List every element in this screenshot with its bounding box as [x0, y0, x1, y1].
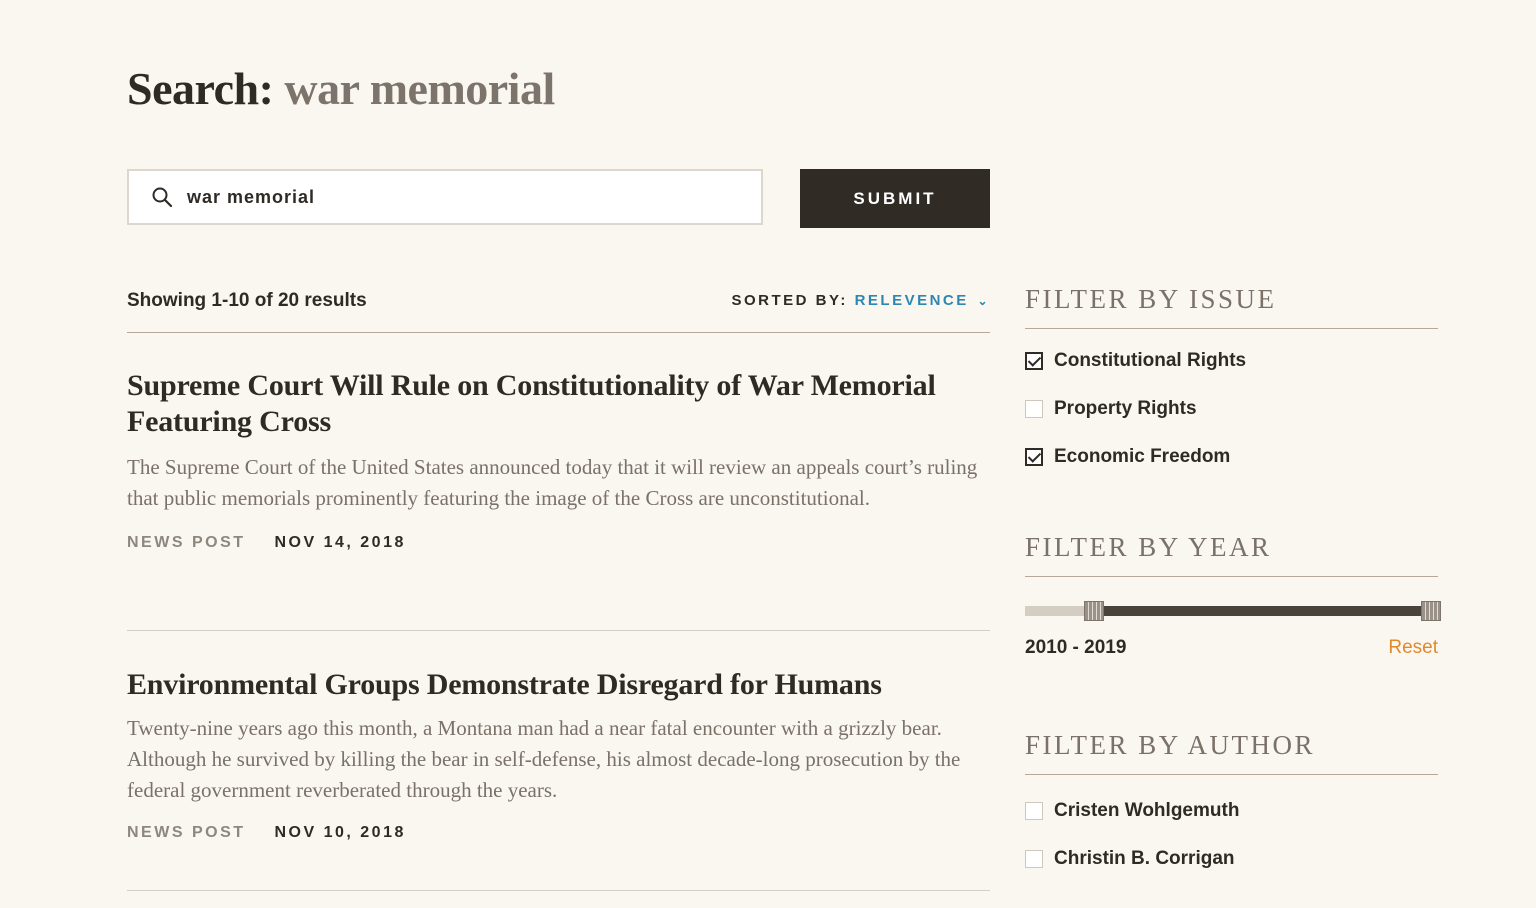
sort-dropdown[interactable]: RELEVENCE [855, 292, 969, 309]
result-date: NOV 14, 2018 [274, 534, 406, 551]
filter-year-heading: FILTER BY YEAR [1025, 532, 1438, 577]
filter-year: FILTER BY YEAR 2010 - 2019 Reset [1025, 532, 1441, 667]
slider-handle-end[interactable] [1421, 601, 1441, 621]
checkbox[interactable] [1025, 448, 1043, 466]
result-excerpt: The Supreme Court of the United States a… [127, 455, 978, 510]
result-date: NOV 10, 2018 [274, 824, 406, 841]
filter-option-label: Cristen Wohlgemuth [1054, 800, 1240, 821]
filter-author: FILTER BY AUTHOR Cristen Wohlgemuth Chri… [1025, 730, 1438, 883]
filter-author-heading: FILTER BY AUTHOR [1025, 730, 1438, 775]
title-prefix: Search: [127, 63, 274, 114]
search-input[interactable] [185, 185, 709, 209]
checkbox[interactable] [1025, 802, 1043, 820]
result-meta: NEWS POST NOV 10, 2018 [127, 824, 990, 842]
filter-option-label: Christin B. Corrigan [1054, 848, 1235, 869]
chevron-down-icon[interactable]: ⌄ [977, 294, 990, 308]
search-box[interactable] [127, 169, 763, 225]
filter-option-cristen-wohlgemuth[interactable]: Cristen Wohlgemuth [1025, 787, 1438, 835]
results-meta: Showing 1-10 of 20 results SORTED BY: RE… [127, 290, 990, 333]
slider-selected-range [1094, 606, 1431, 616]
result-divider [127, 630, 990, 631]
result-type: NEWS POST [127, 534, 246, 551]
filter-option-christin-b-corrigan[interactable]: Christin B. Corrigan [1025, 835, 1438, 883]
filter-option-label: Property Rights [1054, 398, 1197, 419]
results-count: Showing 1-10 of 20 results [127, 290, 367, 311]
checkbox[interactable] [1025, 850, 1043, 868]
result-divider [127, 890, 990, 891]
year-range-slider[interactable] [1025, 601, 1441, 621]
result-type: NEWS POST [127, 824, 246, 841]
result-title[interactable]: Environmental Groups Demonstrate Disrega… [127, 667, 990, 703]
result-item: Environmental Groups Demonstrate Disrega… [127, 667, 990, 842]
checkbox[interactable] [1025, 400, 1043, 418]
year-range-label: 2010 - 2019 [1025, 637, 1127, 658]
filter-option-label: Economic Freedom [1054, 446, 1231, 467]
search-icon [152, 187, 173, 208]
reset-link[interactable]: Reset [1388, 637, 1438, 659]
sort-control[interactable]: SORTED BY: RELEVENCE ⌄ [732, 292, 991, 309]
result-item: Supreme Court Will Rule on Constitutiona… [127, 368, 990, 552]
page-title: Search: war memorial [127, 62, 555, 115]
checkbox[interactable] [1025, 352, 1043, 370]
result-title[interactable]: Supreme Court Will Rule on Constitutiona… [127, 368, 990, 440]
filter-option-constitutional-rights[interactable]: Constitutional Rights [1025, 337, 1438, 385]
submit-button[interactable]: SUBMIT [800, 169, 990, 228]
sort-label: SORTED BY: [731, 292, 848, 309]
filter-issue: FILTER BY ISSUE Constitutional Rights Pr… [1025, 284, 1438, 481]
filter-issue-heading: FILTER BY ISSUE [1025, 284, 1438, 329]
slider-handle-start[interactable] [1084, 601, 1104, 621]
filter-option-economic-freedom[interactable]: Economic Freedom [1025, 433, 1438, 481]
filter-option-property-rights[interactable]: Property Rights [1025, 385, 1438, 433]
filter-option-label: Constitutional Rights [1054, 350, 1247, 371]
result-excerpt: Twenty-nine years ago this month, a Mont… [127, 716, 961, 802]
result-meta: NEWS POST NOV 14, 2018 [127, 534, 990, 552]
title-query: war memorial [284, 63, 555, 114]
